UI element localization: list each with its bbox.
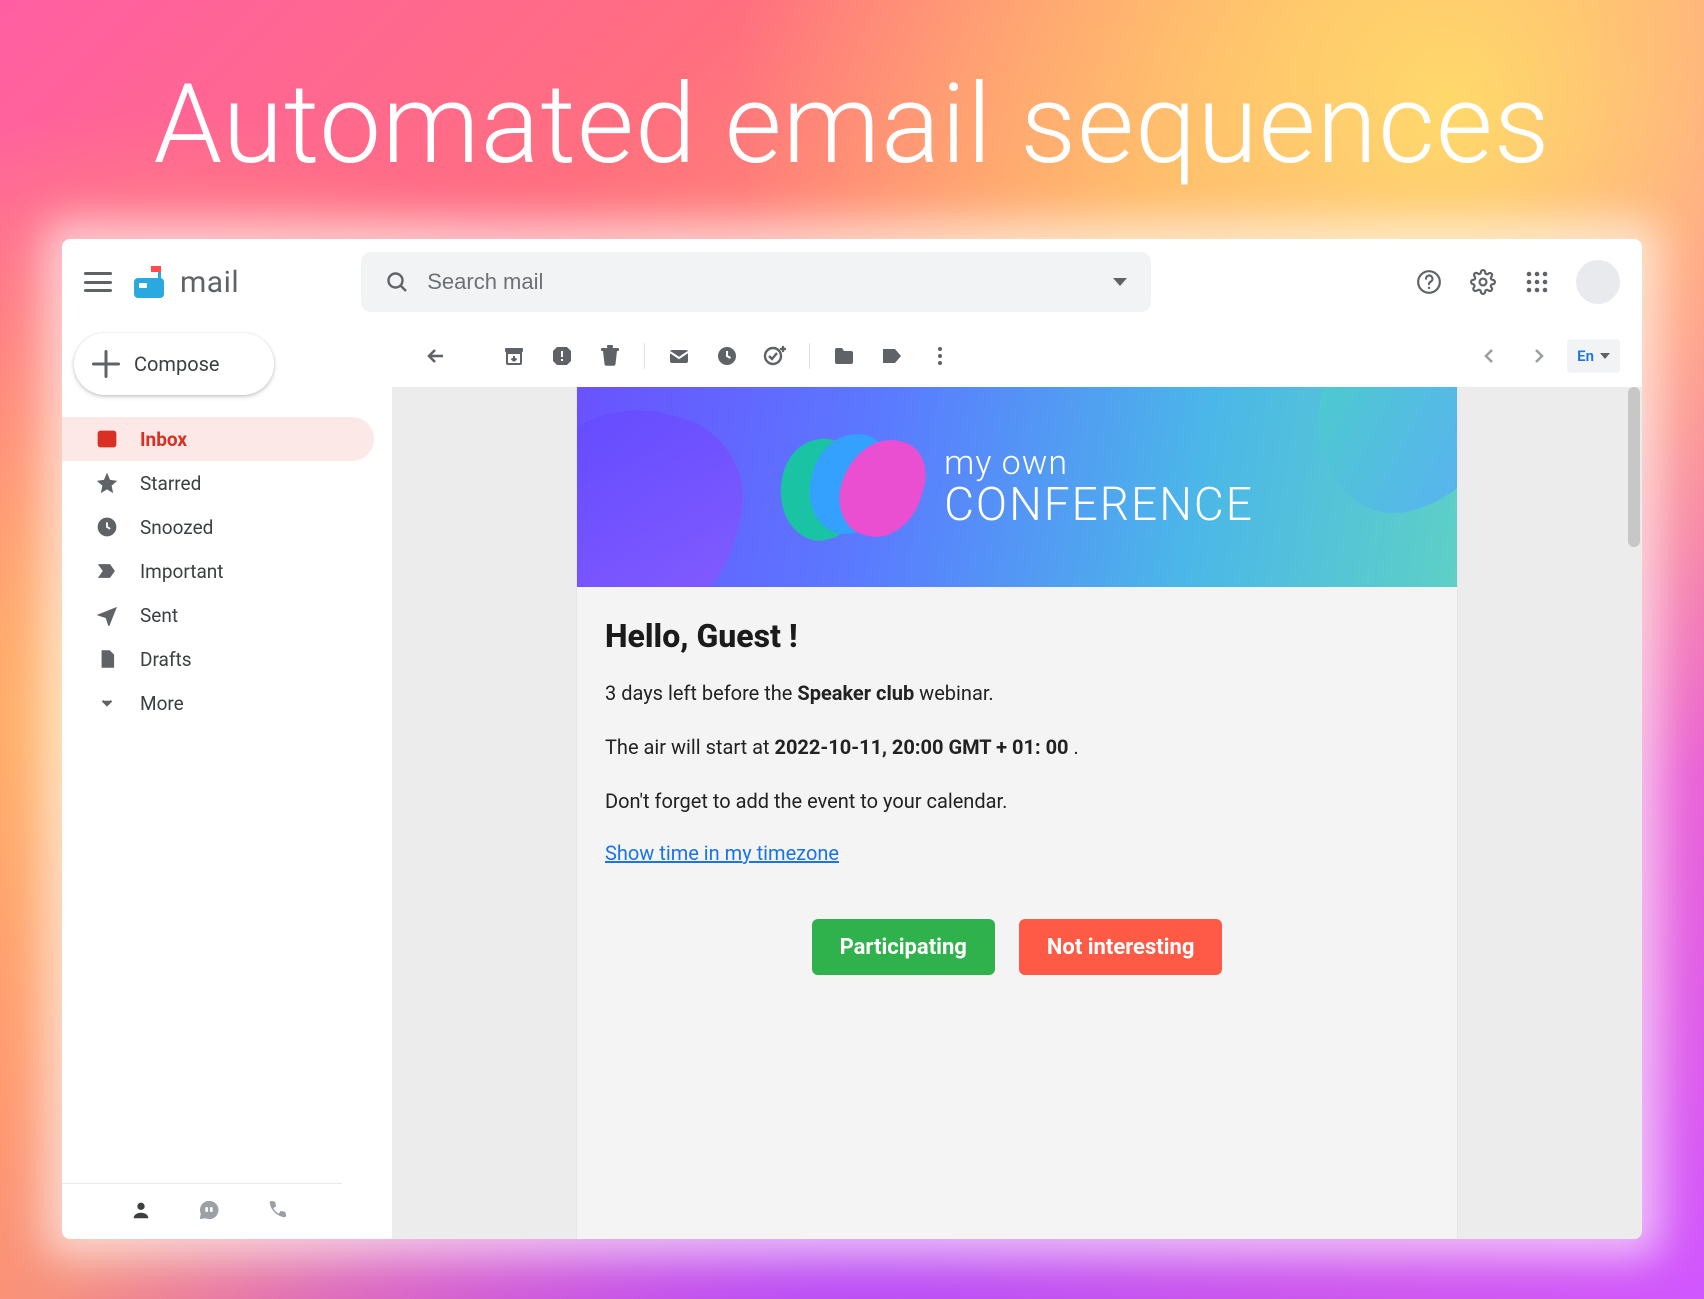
sidebar-item-important[interactable]: Important [62, 549, 374, 593]
mail-app-window: mail Compose Inbox [62, 239, 1642, 1239]
message-toolbar: En [392, 325, 1642, 387]
search-input[interactable] [427, 269, 1095, 295]
add-to-tasks-button[interactable] [753, 334, 797, 378]
sidebar-item-label: Drafts [140, 648, 192, 671]
important-icon [96, 560, 118, 582]
sidebar-item-more[interactable]: More [62, 681, 374, 725]
next-message-button[interactable] [1517, 334, 1561, 378]
scrollbar-thumb[interactable] [1628, 387, 1640, 547]
sidebar-item-inbox[interactable]: Inbox [62, 417, 374, 461]
sidebar-item-label: Inbox [140, 428, 187, 451]
help-button[interactable] [1414, 267, 1444, 297]
participating-button[interactable]: Participating [812, 919, 995, 975]
lang-label: En [1577, 347, 1594, 365]
sidebar-item-label: Sent [140, 604, 178, 627]
sidebar-item-starred[interactable]: Starred [62, 461, 374, 505]
labels-button[interactable] [870, 334, 914, 378]
file-icon [96, 648, 118, 670]
brand-logo-icon [780, 432, 920, 542]
sidebar-item-sent[interactable]: Sent [62, 593, 374, 637]
reading-pane: my own CONFERENCE Hello, Guest ! 3 days … [392, 387, 1642, 1239]
inbox-icon [96, 428, 118, 450]
clock-icon [96, 516, 118, 538]
email-greeting: Hello, Guest ! [605, 617, 1429, 655]
email-line-2: The air will start at 2022-10-11, 20:00 … [605, 733, 1429, 761]
chevron-down-icon [96, 692, 118, 714]
settings-button[interactable] [1468, 267, 1498, 297]
folder-nav: Inbox Starred Snoozed Important Sent [62, 417, 392, 725]
back-button[interactable] [414, 334, 458, 378]
mailbox-icon [130, 264, 170, 300]
timezone-link[interactable]: Show time in my timezone [605, 841, 839, 865]
sidebar-footer [62, 1183, 342, 1239]
account-avatar[interactable] [1576, 260, 1620, 304]
apps-button[interactable] [1522, 267, 1552, 297]
contacts-icon[interactable] [130, 1199, 152, 1225]
email-banner: my own CONFERENCE [577, 387, 1457, 587]
search-bar[interactable] [361, 252, 1151, 312]
email-line-1: 3 days left before the Speaker club webi… [605, 679, 1429, 707]
compose-button[interactable]: Compose [74, 333, 274, 395]
separator [809, 343, 810, 369]
search-options-caret-icon[interactable] [1113, 278, 1127, 286]
star-icon [96, 472, 118, 494]
compose-label: Compose [134, 352, 220, 376]
report-spam-button[interactable] [540, 334, 584, 378]
snooze-button[interactable] [705, 334, 749, 378]
sidebar-item-label: Snoozed [140, 516, 213, 539]
delete-button[interactable] [588, 334, 632, 378]
mark-unread-button[interactable] [657, 334, 701, 378]
separator [644, 343, 645, 369]
phone-icon[interactable] [266, 1199, 288, 1225]
menu-icon[interactable] [84, 272, 112, 292]
marketing-headline: Automated email sequences [0, 60, 1704, 189]
archive-button[interactable] [492, 334, 536, 378]
hangouts-icon[interactable] [198, 1199, 220, 1225]
sidebar-item-snoozed[interactable]: Snoozed [62, 505, 374, 549]
send-icon [96, 604, 118, 626]
email-line-3: Don't forget to add the event to your ca… [605, 787, 1429, 815]
main-pane: En my own [392, 325, 1642, 1239]
email-message: my own CONFERENCE Hello, Guest ! 3 days … [577, 387, 1457, 1239]
app-logo[interactable]: mail [130, 264, 239, 300]
more-button[interactable] [918, 334, 962, 378]
input-tools-button[interactable]: En [1567, 339, 1620, 373]
sidebar-item-label: Important [140, 560, 224, 583]
topbar: mail [62, 239, 1642, 325]
sidebar: Compose Inbox Starred Snoozed Importan [62, 325, 392, 1239]
sidebar-item-label: More [140, 692, 184, 715]
sidebar-item-drafts[interactable]: Drafts [62, 637, 374, 681]
brand-name: my own CONFERENCE [944, 446, 1254, 528]
search-icon [385, 270, 409, 294]
caret-down-icon [1600, 353, 1610, 359]
not-interesting-button[interactable]: Not interesting [1019, 919, 1223, 975]
plus-icon [92, 350, 120, 378]
prev-message-button[interactable] [1467, 334, 1511, 378]
app-name: mail [180, 265, 239, 300]
sidebar-item-label: Starred [140, 472, 201, 495]
move-to-button[interactable] [822, 334, 866, 378]
